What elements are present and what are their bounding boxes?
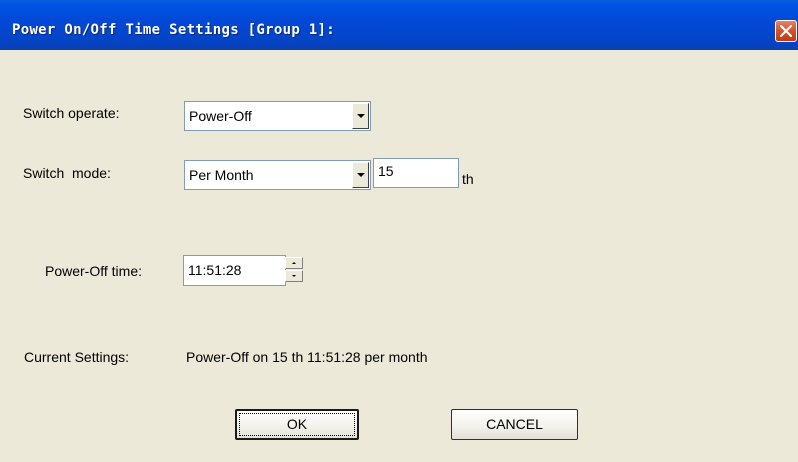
day-of-month-input[interactable]: 15: [373, 158, 459, 188]
focus-ring: [239, 413, 355, 436]
window-title: Power On/Off Time Settings [Group 1]:: [12, 22, 335, 38]
switch-mode-value: Per Month: [189, 167, 254, 183]
title-bar[interactable]: Power On/Off Time Settings [Group 1]:: [0, 0, 798, 50]
chevron-down-icon[interactable]: [352, 162, 369, 188]
close-button[interactable]: [775, 20, 797, 42]
arrow-up-icon[interactable]: [285, 257, 303, 269]
cancel-button[interactable]: CANCEL: [451, 409, 578, 440]
switch-mode-label: Switch mode:: [23, 165, 111, 181]
time-spinner[interactable]: [285, 257, 305, 283]
switch-operate-select[interactable]: Power-Off: [184, 101, 371, 131]
current-settings-value: Power-Off on 15 th 11:51:28 per month: [186, 349, 428, 365]
arrow-down-icon[interactable]: [285, 270, 303, 282]
power-off-time-value: 11:51:28: [188, 262, 242, 278]
power-off-time-input[interactable]: 11:51:28: [183, 255, 286, 286]
chevron-down-icon[interactable]: [352, 103, 369, 129]
cancel-button-label: CANCEL: [486, 416, 543, 432]
day-of-month-value: 15: [378, 163, 394, 179]
current-settings-label: Current Settings:: [24, 349, 130, 365]
switch-operate-value: Power-Off: [189, 108, 252, 124]
switch-operate-label: Switch operate:: [23, 105, 120, 121]
day-suffix-label: th: [462, 171, 474, 187]
switch-mode-select[interactable]: Per Month: [184, 160, 371, 190]
power-off-time-label: Power-Off time:: [45, 263, 142, 279]
ok-button[interactable]: OK: [235, 409, 359, 440]
close-icon: [780, 25, 792, 37]
